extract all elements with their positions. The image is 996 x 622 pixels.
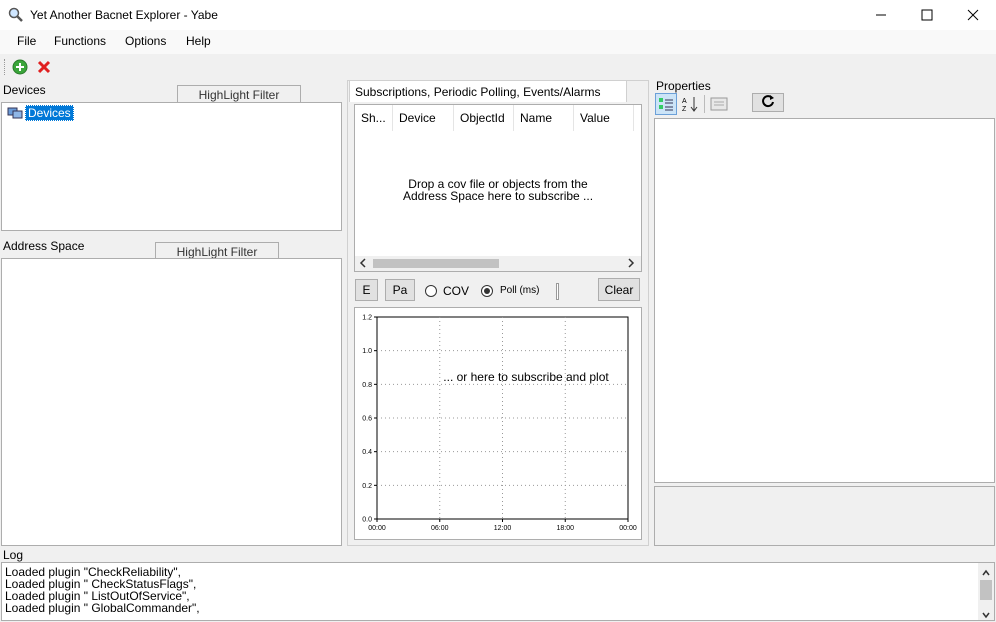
poll-interval-field[interactable] (556, 283, 559, 300)
log-vertical-scrollbar[interactable] (978, 563, 994, 620)
x-tick-label: 06:00 (431, 525, 449, 532)
clear-button[interactable]: Clear (598, 278, 640, 301)
address-space-tree[interactable] (1, 258, 342, 546)
drop-hint-line2: Address Space here to subscribe ... (402, 189, 594, 203)
devices-label: Devices (3, 83, 46, 97)
property-description (654, 486, 995, 546)
col-objectid[interactable]: ObjectId (454, 105, 514, 131)
y-tick-label: 1.0 (362, 348, 372, 355)
horizontal-scrollbar[interactable] (355, 256, 641, 271)
title-bar: Yet Another Bacnet Explorer - Yabe (0, 0, 996, 30)
scroll-left-icon[interactable] (359, 257, 367, 272)
pa-button[interactable]: Pa (385, 279, 415, 301)
y-tick-label: 0.4 (362, 449, 372, 456)
log-box[interactable]: Loaded plugin "CheckReliability", Loaded… (1, 562, 995, 621)
scroll-right-icon[interactable] (627, 257, 635, 272)
devices-tree[interactable]: Devices (1, 102, 342, 231)
subscriptions-list[interactable]: Sh... Device ObjectId Name Value Drop a … (354, 104, 642, 272)
scroll-down-icon[interactable] (982, 608, 990, 622)
alphabetical-sort-icon[interactable]: AZ (681, 95, 699, 116)
remove-device-icon[interactable] (36, 59, 52, 78)
window-title: Yet Another Bacnet Explorer - Yabe (30, 8, 218, 22)
col-name[interactable]: Name (514, 105, 574, 131)
menu-options[interactable]: Options (125, 34, 166, 48)
y-tick-label: 0.8 (362, 382, 372, 389)
plot-area[interactable]: 0.0 0.2 0.4 0.6 0.8 1.0 1.2 00:00 06:00 12:00 18:0… (354, 307, 642, 540)
col-device[interactable]: Device (393, 105, 454, 131)
drop-hint: Drop a cov file or objects from the Addr… (355, 178, 641, 202)
network-icon (7, 106, 23, 123)
property-pages-icon[interactable] (710, 96, 728, 115)
col-sh[interactable]: Sh... (355, 105, 393, 131)
close-button[interactable] (950, 0, 996, 30)
poll-radio[interactable] (481, 285, 493, 297)
address-space-label: Address Space (3, 239, 85, 253)
log-label: Log (3, 548, 24, 562)
menu-bar: File Functions Options Help (0, 30, 996, 54)
scroll-thumb[interactable] (373, 259, 499, 268)
refresh-button[interactable] (752, 93, 784, 112)
menu-help[interactable]: Help (186, 34, 211, 48)
maximize-button[interactable] (904, 0, 950, 30)
minimize-button[interactable] (858, 0, 904, 30)
y-tick-label: 0.0 (362, 517, 372, 524)
x-tick-label: 18:00 (556, 525, 574, 532)
tab-subscriptions[interactable]: Subscriptions, Periodic Polling, Events/… (349, 80, 627, 102)
tree-root-devices[interactable]: Devices (25, 105, 74, 121)
toolbar (0, 55, 996, 79)
e-button[interactable]: E (355, 279, 378, 301)
properties-label: Properties (656, 79, 711, 93)
toolbar-grip (4, 59, 7, 75)
y-tick-label: 0.6 (362, 416, 372, 423)
x-tick-label: 00:00 (619, 525, 637, 532)
menu-file[interactable]: File (17, 34, 36, 48)
poll-label: Poll (ms) (500, 285, 540, 296)
menu-functions[interactable]: Functions (54, 34, 106, 48)
col-value[interactable]: Value (574, 105, 634, 131)
svg-text:Z: Z (682, 106, 687, 113)
cov-radio[interactable] (425, 285, 437, 297)
scroll-up-icon[interactable] (982, 566, 990, 580)
categorized-view-button[interactable] (655, 93, 677, 115)
app-icon (8, 7, 24, 26)
plot-annotation: ... or here to subscribe and plot (443, 370, 609, 384)
y-tick-label: 1.2 (362, 315, 372, 322)
x-tick-label: 00:00 (368, 525, 386, 532)
property-grid[interactable] (654, 118, 995, 483)
svg-text:A: A (682, 98, 687, 105)
toolbar-separator (704, 95, 705, 113)
x-tick-label: 12:00 (494, 525, 512, 532)
log-scroll-thumb[interactable] (980, 580, 992, 600)
y-tick-label: 0.2 (362, 483, 372, 490)
chart-svg: 0.0 0.2 0.4 0.6 0.8 1.0 1.2 00:00 06:00 12:00 18:0… (362, 315, 637, 533)
refresh-icon (761, 94, 775, 111)
cov-label: COV (443, 284, 470, 298)
categorized-icon (658, 96, 674, 115)
log-lines: Loaded plugin "CheckReliability", Loaded… (5, 566, 200, 614)
log-line: Loaded plugin " GlobalCommander", (5, 601, 200, 615)
add-device-icon[interactable] (12, 59, 28, 78)
